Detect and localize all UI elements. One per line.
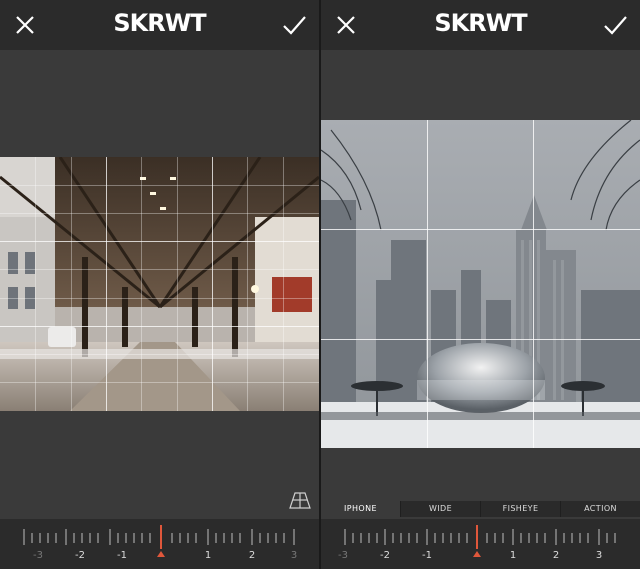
- checkmark-icon[interactable]: [602, 12, 628, 38]
- app-title: SKRWT: [113, 9, 206, 37]
- screen-right: SKRWT IPHONE WIDE FISHEYE ACTION -3 -2 -…: [321, 0, 640, 569]
- ruler-ticks: [344, 525, 616, 557]
- photo-city-bean[interactable]: [321, 120, 640, 448]
- top-bar: SKRWT: [321, 0, 640, 50]
- lens-tab-fisheye[interactable]: FISHEYE: [480, 501, 560, 517]
- adjustment-ruler[interactable]: -3 -2 -1 1 2 3: [0, 519, 319, 569]
- checkmark-icon[interactable]: [281, 12, 307, 38]
- ruler-ticks: [23, 525, 295, 557]
- ruler-label: 1: [204, 550, 212, 561]
- photo-under-bridge[interactable]: [0, 157, 319, 411]
- lens-tab-wide[interactable]: WIDE: [400, 501, 480, 517]
- lens-tab-action[interactable]: ACTION: [560, 501, 640, 517]
- ruler-label: -1: [117, 550, 127, 561]
- app-title: SKRWT: [434, 9, 527, 37]
- ruler-label: 1: [509, 550, 517, 561]
- ruler-label: -2: [380, 550, 390, 561]
- perspective-grid-icon[interactable]: [289, 490, 311, 510]
- ruler-label: 2: [552, 550, 560, 561]
- adjustment-ruler[interactable]: -3 -2 -1 1 2 3: [321, 519, 640, 569]
- ruler-label: -3: [33, 550, 43, 561]
- screen-left: SKRWT -3 -2 -1 1 2 3: [0, 0, 319, 569]
- ruler-label: -2: [75, 550, 85, 561]
- lens-tab-iphone[interactable]: IPHONE: [321, 501, 400, 517]
- ruler-label: -3: [338, 550, 348, 561]
- app-root: SKRWT -3 -2 -1 1 2 3 SKRWT IPHONE WIDE F…: [0, 0, 640, 569]
- ruler-label: 3: [595, 550, 603, 561]
- top-bar: SKRWT: [0, 0, 319, 50]
- ruler-label: -1: [422, 550, 432, 561]
- ruler-label: 3: [290, 550, 298, 561]
- ruler-label: 2: [248, 550, 256, 561]
- lens-selector: IPHONE WIDE FISHEYE ACTION: [321, 501, 640, 517]
